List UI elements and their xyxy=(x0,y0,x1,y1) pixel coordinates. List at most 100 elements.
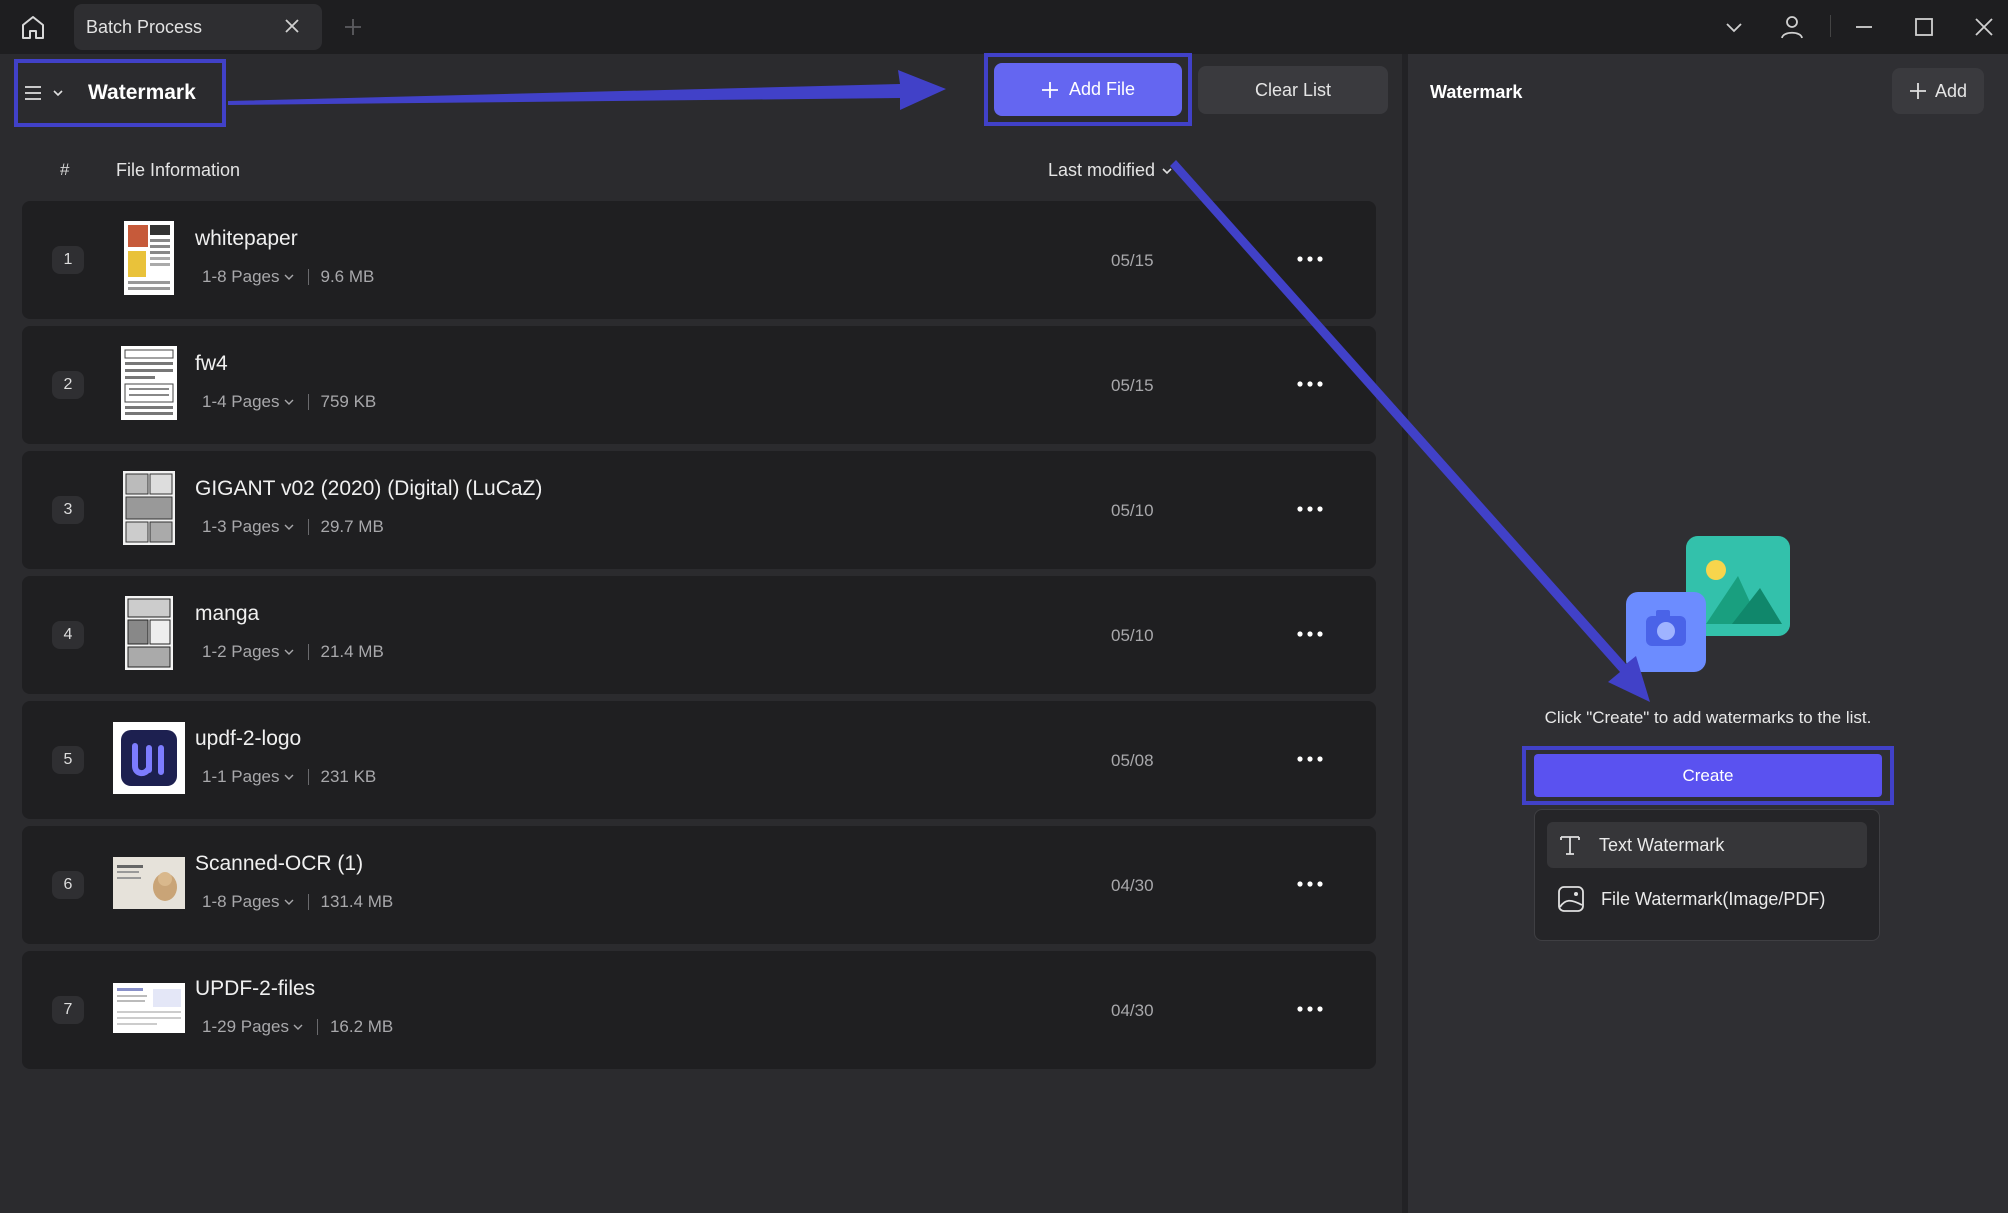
page-range: 1-8 Pages xyxy=(202,892,280,911)
file-row[interactable]: 4 manga 1-2 Pages 21.4 MB 05/10 xyxy=(22,576,1376,694)
chevron-down-icon xyxy=(293,1024,303,1030)
last-modified-label: Last modified xyxy=(1048,160,1156,180)
chevron-down-icon xyxy=(284,274,293,280)
page-range-selector[interactable]: 1-4 Pages xyxy=(202,392,294,412)
modified-date: 04/30 xyxy=(1111,1001,1154,1020)
page-range-selector[interactable]: 1-3 Pages xyxy=(202,517,294,537)
file-name: UPDF-2-files xyxy=(195,977,316,1000)
meta-divider xyxy=(307,269,309,285)
meta-divider xyxy=(307,394,309,410)
plus-icon xyxy=(1909,83,1926,99)
chevron-down-icon xyxy=(284,524,293,530)
file-name: Scanned-OCR (1) xyxy=(195,852,364,875)
file-row[interactable]: 6 Scanned-OCR (1) 1-8 Pages 131.4 MB 04/… xyxy=(22,826,1376,944)
file-row[interactable]: 3 GIGANT v02 (2020) (Digital) (LuCaZ) 1-… xyxy=(22,451,1376,569)
user-icon[interactable] xyxy=(1772,8,1812,46)
modified-date: 05/15 xyxy=(1111,376,1154,395)
file-row[interactable]: 7 UPDF-2-files 1-29 Pages 16.2 MB 04/30 xyxy=(22,951,1376,1069)
more-options-icon[interactable] xyxy=(1292,741,1328,777)
file-name: fw4 xyxy=(195,352,228,375)
page-range: 1-1 Pages xyxy=(202,767,280,786)
page-range: 1-8 Pages xyxy=(202,267,280,286)
menu-item-label: Text Watermark xyxy=(1599,834,1725,855)
menu-icon[interactable] xyxy=(24,82,46,104)
page-range: 1-3 Pages xyxy=(202,517,280,536)
modified-date: 05/15 xyxy=(1111,251,1154,270)
more-options-icon[interactable] xyxy=(1292,366,1328,402)
file-thumbnail xyxy=(112,346,186,420)
chevron-down-icon xyxy=(284,899,293,905)
file-meta: 1-8 Pages 9.6 MB xyxy=(202,267,374,287)
minimize-icon[interactable] xyxy=(1844,8,1884,46)
file-meta: 1-3 Pages 29.7 MB xyxy=(202,517,384,537)
plus-icon[interactable] xyxy=(338,12,368,42)
file-name: whitepaper xyxy=(195,227,298,250)
column-header-last-modified[interactable]: Last modified xyxy=(1048,160,1173,181)
home-icon[interactable] xyxy=(14,8,52,46)
file-name: updf-2-logo xyxy=(195,727,302,750)
page-range: 1-2 Pages xyxy=(202,642,280,661)
chevron-down-icon xyxy=(1162,167,1172,174)
page-range-selector[interactable]: 1-1 Pages xyxy=(202,767,294,787)
row-index: 5 xyxy=(52,746,84,774)
create-button[interactable]: Create xyxy=(1534,754,1882,797)
maximize-icon[interactable] xyxy=(1904,8,1944,46)
meta-divider xyxy=(307,769,309,785)
column-header-index: # xyxy=(60,160,70,179)
file-size: 21.4 MB xyxy=(320,642,384,661)
menu-item-file-watermark[interactable]: File Watermark(Image/PDF) xyxy=(1547,876,1867,922)
file-thumbnail xyxy=(112,971,186,1045)
file-thumbnail xyxy=(112,221,186,295)
add-watermark-button[interactable]: Add xyxy=(1892,68,1984,114)
file-thumbnail xyxy=(112,721,186,795)
more-options-icon[interactable] xyxy=(1292,866,1328,902)
file-thumbnail xyxy=(112,596,186,670)
chevron-down-icon xyxy=(284,774,293,780)
page-range-selector[interactable]: 1-2 Pages xyxy=(202,642,294,662)
mode-selector[interactable]: Watermark xyxy=(14,59,226,127)
clear-list-button[interactable]: Clear List xyxy=(1198,66,1388,114)
page-range-selector[interactable]: 1-29 Pages xyxy=(202,1017,303,1037)
file-size: 759 KB xyxy=(320,392,377,411)
file-size: 9.6 MB xyxy=(320,267,375,286)
row-index: 4 xyxy=(52,621,84,649)
file-size: 231 KB xyxy=(320,767,377,786)
titlebar-divider xyxy=(1830,15,1831,37)
chevron-down-icon[interactable] xyxy=(1714,8,1754,46)
file-name: manga xyxy=(195,602,260,625)
chevron-down-icon xyxy=(284,399,293,405)
image-icon xyxy=(1558,886,1584,912)
menu-item-text-watermark[interactable]: Text Watermark xyxy=(1547,822,1867,868)
file-meta: 1-2 Pages 21.4 MB xyxy=(202,642,384,662)
file-list: 1 whitepaper 1-8 Pages 9.6 MB 05/15 2 fw… xyxy=(22,201,1376,1076)
tab-batch-process[interactable]: Batch Process xyxy=(74,4,322,50)
close-icon[interactable] xyxy=(280,14,304,38)
more-options-icon[interactable] xyxy=(1292,991,1328,1027)
file-size: 16.2 MB xyxy=(329,1017,394,1036)
page-range-selector[interactable]: 1-8 Pages xyxy=(202,892,294,912)
row-index: 7 xyxy=(52,996,84,1024)
file-row[interactable]: 5 updf-2-logo 1-1 Pages 231 KB 05/08 xyxy=(22,701,1376,819)
tab-label: Batch Process xyxy=(86,16,203,37)
create-dropdown-menu: Text Watermark File Watermark(Image/PDF) xyxy=(1534,809,1880,941)
add-file-highlight: Add File xyxy=(984,53,1192,126)
page-range-selector[interactable]: 1-8 Pages xyxy=(202,267,294,287)
add-file-button[interactable]: Add File xyxy=(994,63,1182,116)
file-row[interactable]: 1 whitepaper 1-8 Pages 9.6 MB 05/15 xyxy=(22,201,1376,319)
title-bar: Batch Process xyxy=(0,0,2008,54)
chevron-down-icon[interactable] xyxy=(52,86,66,100)
file-row[interactable]: 2 fw4 1-4 Pages 759 KB 05/15 xyxy=(22,326,1376,444)
modified-date: 05/10 xyxy=(1111,501,1154,520)
file-thumbnail xyxy=(112,846,186,920)
more-options-icon[interactable] xyxy=(1292,616,1328,652)
mode-title: Watermark xyxy=(88,81,196,104)
page-range: 1-4 Pages xyxy=(202,392,280,411)
text-icon xyxy=(1560,836,1580,855)
modified-date: 04/30 xyxy=(1111,876,1154,895)
more-options-icon[interactable] xyxy=(1292,241,1328,277)
window-close-icon[interactable] xyxy=(1964,8,2004,46)
empty-state-hint: Click "Create" to add watermarks to the … xyxy=(1544,708,1872,727)
row-index: 1 xyxy=(52,246,84,274)
more-options-icon[interactable] xyxy=(1292,491,1328,527)
file-thumbnail xyxy=(112,471,186,545)
